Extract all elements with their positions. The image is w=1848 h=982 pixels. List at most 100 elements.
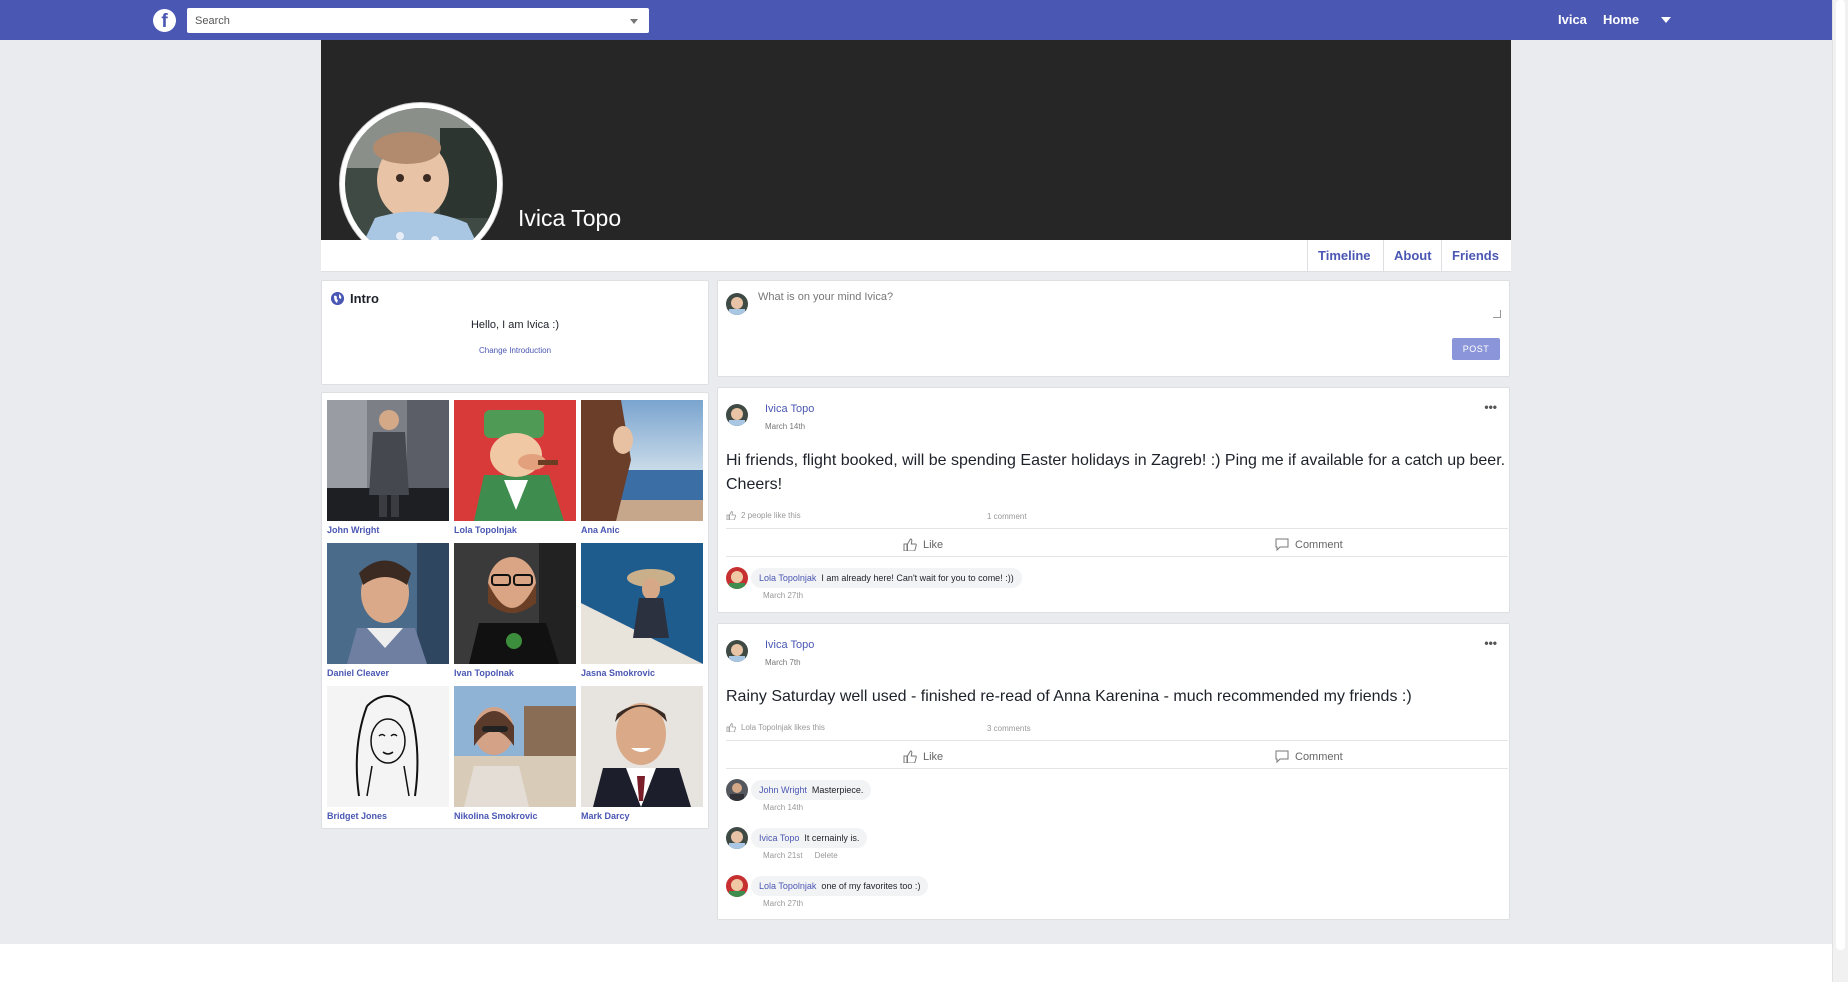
post-likes-summary[interactable]: 2 people like this [726, 511, 801, 520]
friend-tile[interactable]: Nikolina Smokrovic [454, 686, 576, 821]
intro-card: Intro Hello, I am Ivica :) Change Introd… [321, 280, 709, 385]
friend-name[interactable]: Nikolina Smokrovic [454, 811, 576, 821]
intro-text: Hello, I am Ivica :) [470, 319, 560, 331]
friend-name[interactable]: Daniel Cleaver [327, 668, 449, 678]
post-author-avatar[interactable] [726, 404, 748, 426]
post-composer: POST [717, 280, 1510, 377]
page-scrollbar[interactable] [1832, 0, 1848, 982]
comment-bubble: Lola Topolnjak I am already here! Can't w… [751, 568, 1022, 588]
intro-title: Intro [350, 291, 379, 306]
like-button[interactable]: Like [903, 538, 943, 551]
search-box[interactable] [187, 8, 649, 33]
comment-text: one of my favorites too :) [821, 881, 921, 891]
comment-author[interactable]: John Wright [759, 785, 807, 795]
tab-friends[interactable]: Friends [1441, 240, 1509, 272]
friend-tile[interactable]: Jasna Smokrovic [581, 543, 703, 678]
comment-label: Comment [1295, 538, 1343, 551]
friend-photo[interactable] [327, 400, 449, 521]
friend-photo[interactable] [581, 686, 703, 807]
friend-name[interactable]: Ivan Topolnak [454, 668, 576, 678]
friend-name[interactable]: Jasna Smokrovic [581, 668, 703, 678]
post-textarea[interactable] [758, 291, 1508, 325]
comment-author-avatar[interactable] [726, 567, 748, 589]
search-input[interactable] [187, 8, 607, 33]
delete-comment-link[interactable]: Delete [815, 851, 838, 860]
comment-author[interactable]: Lola Topolnjak [759, 573, 816, 583]
post-options-icon[interactable]: ••• [1484, 400, 1497, 414]
profile-tab-bar: Timeline About Friends [321, 240, 1511, 272]
comment-bubble: John Wright Masterpiece. [751, 780, 872, 800]
comment-date: March 14th [763, 803, 803, 812]
search-dropdown-icon[interactable] [630, 19, 638, 24]
post-text: Hi friends, flight booked, will be spend… [726, 452, 1506, 493]
change-introduction-link[interactable]: Change Introduction [322, 346, 708, 355]
account-menu-caret-icon[interactable] [1661, 17, 1671, 23]
comment-text: It cernainly is. [804, 833, 860, 843]
nav-user-link[interactable]: Ivica [1558, 12, 1587, 27]
comment-date: March 27th [763, 899, 803, 908]
comment-author-avatar[interactable] [726, 827, 748, 849]
comment-button[interactable]: Comment [1275, 538, 1343, 551]
post-button[interactable]: POST [1452, 338, 1500, 360]
facebook-logo-icon[interactable]: f [153, 9, 176, 32]
friend-tile[interactable]: Daniel Cleaver [327, 543, 449, 678]
friend-photo[interactable] [454, 686, 576, 807]
friend-name[interactable]: Ana Anic [581, 525, 703, 535]
scrollbar-thumb[interactable] [1836, 0, 1845, 950]
thumbs-up-icon [903, 750, 917, 763]
friend-name[interactable]: John Wright [327, 525, 449, 535]
friend-tile[interactable]: Ivan Topolnak [454, 543, 576, 678]
friend-tile[interactable]: Bridget Jones [327, 686, 449, 821]
comment-author-avatar[interactable] [726, 875, 748, 897]
tab-timeline[interactable]: Timeline [1307, 240, 1381, 272]
friend-photo[interactable] [327, 686, 449, 807]
tab-about[interactable]: About [1383, 240, 1442, 272]
nav-home-link[interactable]: Home [1603, 12, 1639, 27]
comment-date-text: March 27th [763, 899, 804, 908]
comment-bubble-icon [1275, 538, 1289, 551]
friend-photo[interactable] [454, 543, 576, 664]
friend-tile[interactable]: Ana Anic [581, 400, 703, 535]
textarea-resize-handle[interactable] [1493, 310, 1501, 318]
comment-date-text: March 27th [763, 591, 804, 600]
comment-author-avatar[interactable] [726, 779, 748, 801]
post-author[interactable]: Ivica Topo [765, 403, 814, 415]
friend-tile[interactable]: Lola Topolnjak [454, 400, 576, 535]
page-footer [0, 944, 1832, 982]
post-date: March 7th [765, 658, 801, 667]
thumbs-up-icon [903, 538, 917, 551]
post-options-icon[interactable]: ••• [1484, 636, 1497, 650]
comment-author[interactable]: Lola Topolnjak [759, 881, 816, 891]
comment-date-text: March 14th [763, 803, 804, 812]
divider [726, 556, 1508, 557]
post-author-avatar[interactable] [726, 640, 748, 662]
comment-date: March 21st Delete [763, 851, 838, 860]
comment-bubble: Lola Topolnjak one of my favorites too :) [751, 876, 929, 896]
post-card: Ivica Topo March 14th ••• Hi friends, fl… [717, 387, 1510, 613]
comment-date-text: March 21st [763, 851, 803, 860]
friend-name[interactable]: Lola Topolnjak [454, 525, 576, 535]
friend-name[interactable]: Mark Darcy [581, 811, 703, 821]
friend-photo[interactable] [327, 543, 449, 664]
friend-tile[interactable]: John Wright [327, 400, 449, 535]
friend-tile[interactable]: Mark Darcy [581, 686, 703, 821]
comment-text: Masterpiece. [811, 785, 864, 795]
friend-photo[interactable] [581, 400, 703, 521]
comment-date: March 27th [763, 591, 803, 600]
divider [726, 740, 1508, 741]
comment-button[interactable]: Comment [1275, 750, 1343, 763]
post-comment-count[interactable]: 1 comment [987, 512, 1027, 521]
comment-label: Comment [1295, 750, 1343, 763]
thumbs-up-icon [726, 723, 736, 732]
comment-bubble: Ivica Topo It cernainly is. [751, 828, 868, 848]
like-button[interactable]: Like [903, 750, 943, 763]
friend-photo[interactable] [581, 543, 703, 664]
friend-photo[interactable] [454, 400, 576, 521]
comment-bubble-icon [1275, 750, 1289, 763]
profile-name: Ivica Topo [518, 205, 622, 231]
post-comment-count[interactable]: 3 comments [987, 724, 1031, 733]
post-author[interactable]: Ivica Topo [765, 639, 814, 651]
comment-author[interactable]: Ivica Topo [759, 833, 799, 843]
post-likes-summary[interactable]: Lola Topolnjak likes this [726, 723, 825, 732]
friend-name[interactable]: Bridget Jones [327, 811, 449, 821]
